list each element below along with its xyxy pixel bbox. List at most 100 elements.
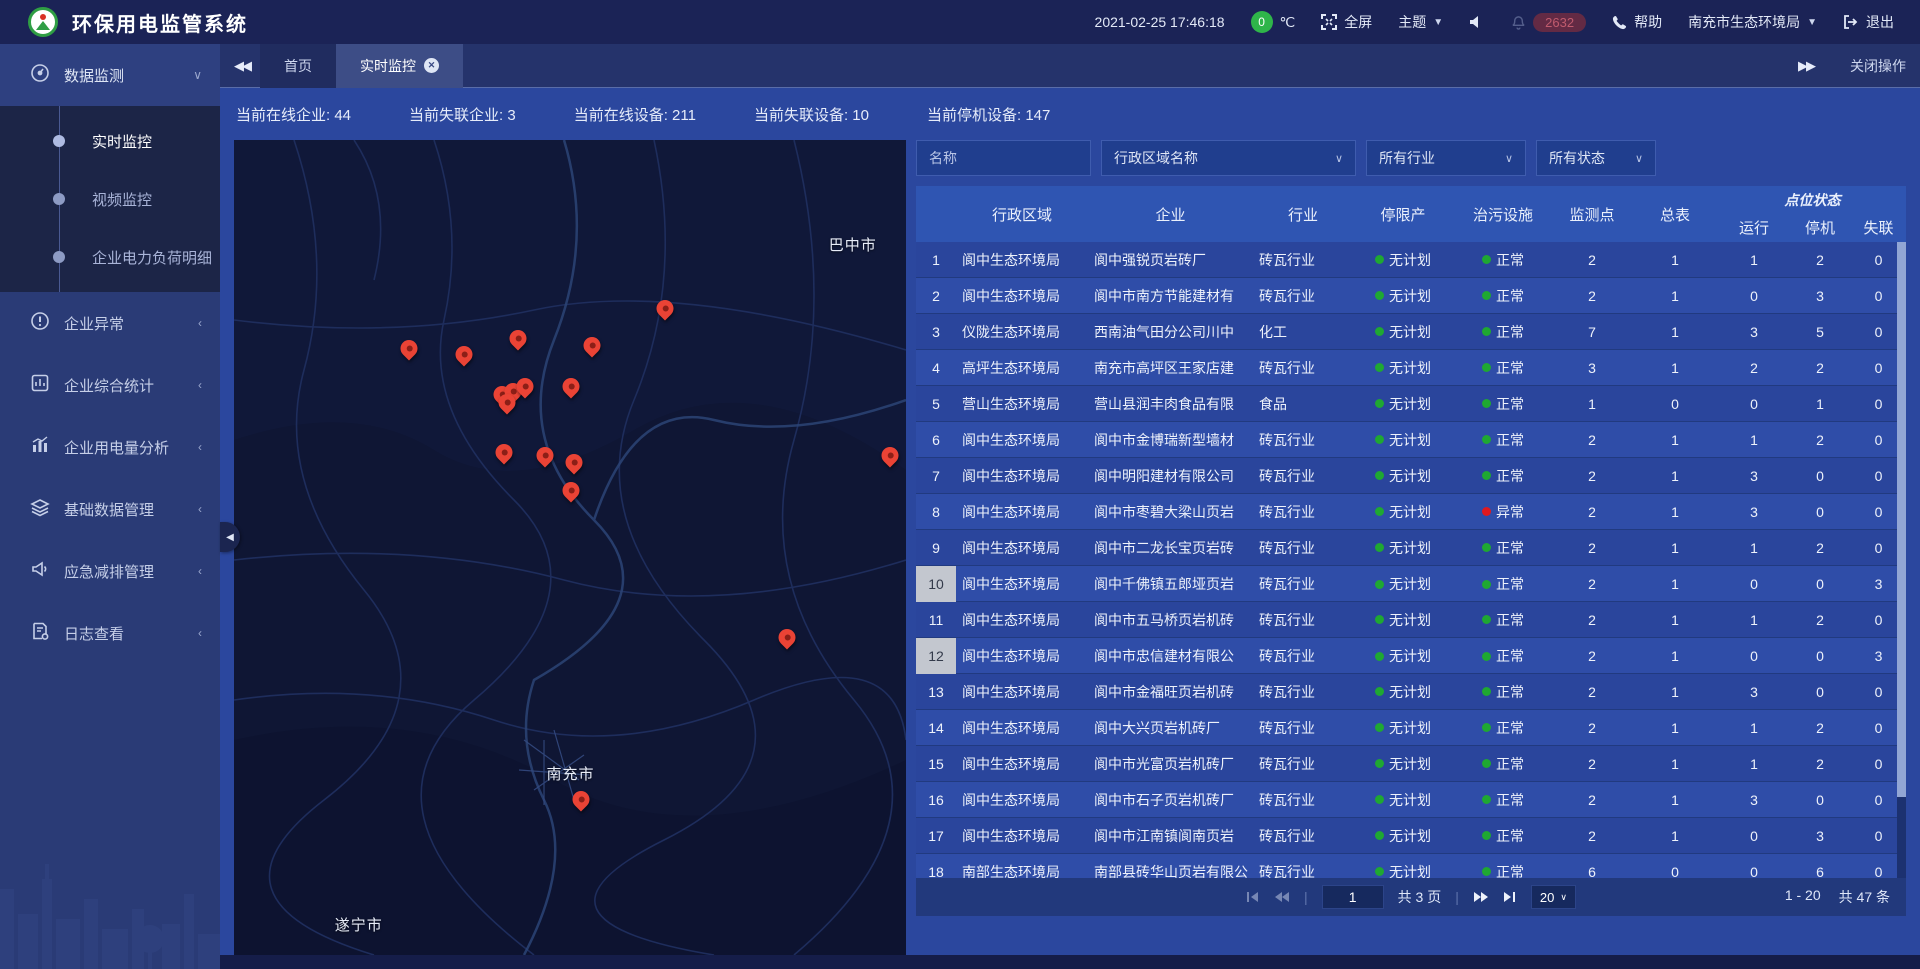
table-row[interactable]: 15阆中生态环境局阆中市光富页岩机砖厂砖瓦行业无计划正常21120 xyxy=(916,746,1906,782)
sidebar-item-1[interactable]: 企业异常‹ xyxy=(0,292,220,354)
org-dropdown[interactable]: 南充市生态环境局 ▼ xyxy=(1688,12,1817,32)
tabs-scroll-right-icon[interactable]: ▶▶ xyxy=(1798,58,1814,74)
green-status-dot-icon xyxy=(1375,867,1384,876)
cell-monitor-points: 2 xyxy=(1553,612,1631,628)
page-size-select[interactable]: 20 ∨ xyxy=(1531,885,1576,909)
fullscreen-button[interactable]: 全屏 xyxy=(1321,12,1372,32)
cell-index: 8 xyxy=(916,504,956,520)
name-search-input[interactable] xyxy=(916,140,1091,176)
table-row[interactable]: 17阆中生态环境局阆中市江南镇阆南页岩砖瓦行业无计划正常21030 xyxy=(916,818,1906,854)
layers-icon xyxy=(30,497,50,521)
logout-button[interactable]: 退出 xyxy=(1843,12,1894,32)
column-subheader: 失联 xyxy=(1851,213,1906,242)
cell-total-meters: 1 xyxy=(1631,432,1719,448)
theme-dropdown[interactable]: 主题 ▼ xyxy=(1398,12,1443,32)
cell-company: 阆中市江南镇阆南页岩 xyxy=(1088,826,1253,846)
close-operations-button[interactable]: 关闭操作 xyxy=(1850,56,1906,76)
cell-company: 西南油气田分公司川中 xyxy=(1088,322,1253,342)
cell-index: 14 xyxy=(916,720,956,736)
table-row[interactable]: 3仪陇生态环境局西南油气田分公司川中化工无计划正常71350 xyxy=(916,314,1906,350)
cell-company: 阆中市五马桥页岩机砖 xyxy=(1088,610,1253,630)
sidebar-item-4[interactable]: 基础数据管理‹ xyxy=(0,478,220,540)
table-row[interactable]: 2阆中生态环境局阆中市南方节能建材有砖瓦行业无计划正常21030 xyxy=(916,278,1906,314)
tabs-scroll-left-icon[interactable]: ◀◀ xyxy=(234,58,250,74)
sidebar-subitem[interactable]: 视频监控 xyxy=(0,170,220,228)
first-page-button[interactable] xyxy=(1246,891,1260,903)
sidebar-subitem-label: 企业电力负荷明细 xyxy=(92,247,212,268)
prev-page-button[interactable] xyxy=(1274,891,1290,903)
cell-running: 0 xyxy=(1719,576,1789,592)
chevron-down-icon: ∨ xyxy=(1635,152,1643,165)
table-row[interactable]: 16阆中生态环境局阆中市石子页岩机砖厂砖瓦行业无计划正常21300 xyxy=(916,782,1906,818)
region-select[interactable]: 行政区域名称 ∨ xyxy=(1101,140,1356,176)
next-page-button[interactable] xyxy=(1473,891,1489,903)
tab-home[interactable]: 首页 xyxy=(260,44,336,88)
last-page-button[interactable] xyxy=(1503,891,1517,903)
cell-stopped: 2 xyxy=(1789,540,1851,556)
cell-index: 10 xyxy=(916,566,956,602)
cell-running: 3 xyxy=(1719,324,1789,340)
cell-company: 阆中明阳建材有限公司 xyxy=(1088,466,1253,486)
cell-total-meters: 1 xyxy=(1631,324,1719,340)
top-header: 环保用电监管系统 2021-02-25 17:46:18 0 ℃ 全屏 主题 ▼… xyxy=(0,0,1920,44)
sidebar-item-3[interactable]: 企业用电量分析‹ xyxy=(0,416,220,478)
table-row[interactable]: 8阆中生态环境局阆中市枣碧大梁山页岩砖瓦行业无计划异常21300 xyxy=(916,494,1906,530)
cell-monitor-points: 2 xyxy=(1553,252,1631,268)
tab-close-icon[interactable]: ✕ xyxy=(424,58,439,73)
cell-index: 13 xyxy=(916,684,956,700)
row-range-label: 1 - 20 xyxy=(1785,887,1821,907)
sound-button[interactable] xyxy=(1469,15,1485,29)
table-scrollbar[interactable] xyxy=(1897,242,1906,878)
status-select[interactable]: 所有状态 ∨ xyxy=(1536,140,1656,176)
sidebar-item-6[interactable]: 日志查看‹ xyxy=(0,602,220,664)
green-status-dot-icon xyxy=(1482,867,1491,876)
cell-total-meters: 1 xyxy=(1631,612,1719,628)
industry-select[interactable]: 所有行业 ∨ xyxy=(1366,140,1526,176)
table-row[interactable]: 14阆中生态环境局阆中大兴页岩机砖厂砖瓦行业无计划正常21120 xyxy=(916,710,1906,746)
cell-running: 3 xyxy=(1719,792,1789,808)
cell-pollution-facility: 正常 xyxy=(1453,646,1553,666)
cell-running: 1 xyxy=(1719,252,1789,268)
notifications[interactable]: 2632 xyxy=(1511,13,1586,32)
table-row[interactable]: 10阆中生态环境局阆中千佛镇五郎垭页岩砖瓦行业无计划正常21003 xyxy=(916,566,1906,602)
table-row[interactable]: 13阆中生态环境局阆中市金福旺页岩机砖砖瓦行业无计划正常21300 xyxy=(916,674,1906,710)
cell-stop-limit: 无计划 xyxy=(1353,394,1453,414)
green-status-dot-icon xyxy=(1375,399,1384,408)
cell-total-meters: 1 xyxy=(1631,576,1719,592)
page-number-input[interactable] xyxy=(1322,885,1384,909)
cell-monitor-points: 2 xyxy=(1553,720,1631,736)
sidebar-item-0[interactable]: 数据监测∨ xyxy=(0,44,220,106)
sidebar-item-2[interactable]: 企业综合统计‹ xyxy=(0,354,220,416)
table-row[interactable]: 18南部生态环境局南部县砖华山页岩有限公砖瓦行业无计划正常60060 xyxy=(916,854,1906,878)
data-panel: 行政区域名称 ∨ 所有行业 ∨ 所有状态 ∨ 行政区域企业行业停限产治污设施监测… xyxy=(916,140,1906,916)
sidebar-subitem[interactable]: 企业电力负荷明细 xyxy=(0,228,220,286)
sidebar-item-label: 应急减排管理 xyxy=(64,561,154,582)
skyline-decoration xyxy=(0,819,220,969)
map-panel[interactable]: 巴中市南充市遂宁市 xyxy=(234,140,906,955)
cell-company: 营山县润丰肉食品有限 xyxy=(1088,394,1253,414)
chevron-left-icon: ‹ xyxy=(198,564,202,578)
map-city-label: 遂宁市 xyxy=(335,914,383,935)
table-row[interactable]: 12阆中生态环境局阆中市忠信建材有限公砖瓦行业无计划正常21003 xyxy=(916,638,1906,674)
tab-realtime-monitor[interactable]: 实时监控 ✕ xyxy=(336,44,463,88)
table-row[interactable]: 1阆中生态环境局阆中强锐页岩砖厂砖瓦行业无计划正常21120 xyxy=(916,242,1906,278)
sidebar-subitem[interactable]: 实时监控 xyxy=(0,112,220,170)
sidebar-item-5[interactable]: 应急减排管理 ‹ xyxy=(0,540,220,602)
cell-company: 阆中强锐页岩砖厂 xyxy=(1088,250,1253,270)
table-row[interactable]: 7阆中生态环境局阆中明阳建材有限公司砖瓦行业无计划正常21300 xyxy=(916,458,1906,494)
table-row[interactable]: 11阆中生态环境局阆中市五马桥页岩机砖砖瓦行业无计划正常21120 xyxy=(916,602,1906,638)
cell-total-meters: 1 xyxy=(1631,756,1719,772)
table-row[interactable]: 4高坪生态环境局南充市高坪区王家店建砖瓦行业无计划正常31220 xyxy=(916,350,1906,386)
green-status-dot-icon xyxy=(1375,652,1384,661)
cell-total-meters: 1 xyxy=(1631,648,1719,664)
cell-region: 阆中生态环境局 xyxy=(956,538,1088,558)
help-button[interactable]: 帮助 xyxy=(1612,12,1662,32)
map-city-label: 巴中市 xyxy=(829,234,877,255)
scrollbar-thumb[interactable] xyxy=(1897,242,1906,797)
cell-stop-limit: 无计划 xyxy=(1353,826,1453,846)
chevron-left-icon: ‹ xyxy=(198,378,202,392)
table-row[interactable]: 6阆中生态环境局阆中市金博瑞新型墙材砖瓦行业无计划正常21120 xyxy=(916,422,1906,458)
table-row[interactable]: 9阆中生态环境局阆中市二龙长宝页岩砖砖瓦行业无计划正常21120 xyxy=(916,530,1906,566)
cell-stop-limit: 无计划 xyxy=(1353,322,1453,342)
table-row[interactable]: 5营山生态环境局营山县润丰肉食品有限食品无计划正常10010 xyxy=(916,386,1906,422)
